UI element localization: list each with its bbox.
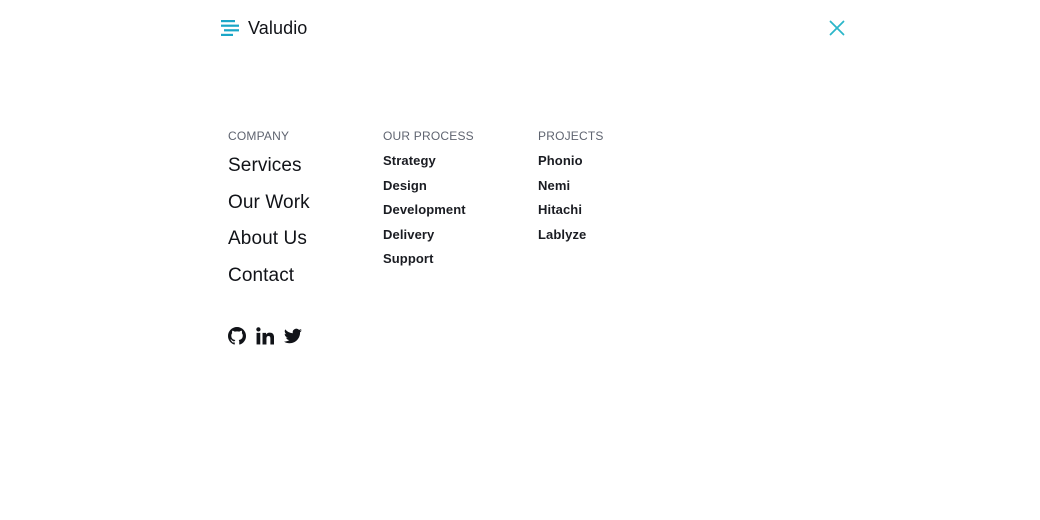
list-item: Delivery (383, 226, 474, 244)
projects-list: Phonio Nemi Hitachi Lablyze (538, 152, 604, 244)
linkedin-link[interactable] (256, 326, 274, 346)
project-link-phonio[interactable]: Phonio (538, 153, 583, 168)
company-nav: COMPANY Services Our Work About Us Conta… (228, 128, 310, 298)
company-heading: COMPANY (228, 129, 290, 143)
social-links (228, 326, 302, 346)
twitter-link[interactable] (284, 326, 302, 346)
project-link-lablyze[interactable]: Lablyze (538, 227, 586, 242)
brand-logo-link[interactable]: Valudio (221, 14, 307, 42)
brand-name: Valudio (248, 18, 308, 38)
menu-overlay: Valudio COMPANY Services Our Work About … (0, 0, 1040, 520)
project-link-hitachi[interactable]: Hitachi (538, 202, 582, 217)
process-list: Strategy Design Development Delivery Sup… (383, 152, 474, 268)
list-item: Strategy (383, 152, 474, 170)
list-item: Phonio (538, 152, 604, 170)
list-item: About Us (228, 225, 310, 254)
process-heading: OUR PROCESS (383, 129, 474, 143)
list-item: Support (383, 250, 474, 268)
list-item: Contact (228, 262, 310, 291)
github-link[interactable] (228, 326, 246, 346)
twitter-icon (284, 328, 302, 344)
projects-heading: PROJECTS (538, 129, 604, 143)
process-nav: OUR PROCESS Strategy Design Development … (383, 128, 474, 275)
linkedin-icon (256, 327, 274, 345)
projects-nav: PROJECTS Phonio Nemi Hitachi Lablyze (538, 128, 604, 250)
close-menu-button[interactable] (826, 17, 848, 39)
github-icon (228, 327, 246, 345)
list-item: Lablyze (538, 226, 604, 244)
nav-link-services[interactable]: Services (228, 155, 302, 176)
list-item: Development (383, 201, 474, 219)
process-link-support[interactable]: Support (383, 251, 434, 266)
nav-link-our-work[interactable]: Our Work (228, 192, 310, 213)
brand-mark-icon (221, 20, 239, 36)
nav-link-contact[interactable]: Contact (228, 265, 294, 286)
process-link-delivery[interactable]: Delivery (383, 227, 434, 242)
company-list: Services Our Work About Us Contact (228, 152, 310, 291)
process-link-design[interactable]: Design (383, 178, 427, 193)
process-link-development[interactable]: Development (383, 202, 466, 217)
list-item: Our Work (228, 189, 310, 218)
close-icon (829, 20, 845, 36)
list-item: Design (383, 177, 474, 195)
list-item: Services (228, 152, 310, 181)
list-item: Hitachi (538, 201, 604, 219)
project-link-nemi[interactable]: Nemi (538, 178, 570, 193)
process-link-strategy[interactable]: Strategy (383, 153, 436, 168)
list-item: Nemi (538, 177, 604, 195)
nav-link-about-us[interactable]: About Us (228, 228, 307, 249)
